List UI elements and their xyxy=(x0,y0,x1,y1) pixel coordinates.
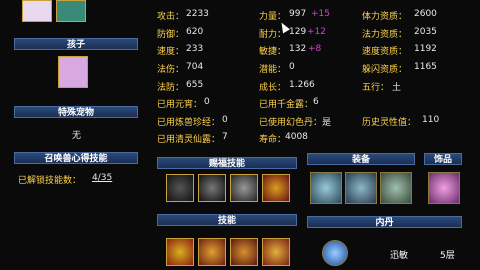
agility-label: 敏捷： xyxy=(259,47,287,57)
accessory-header: 饰品 xyxy=(424,153,462,165)
dodge-apt-value: 1165 xyxy=(414,62,437,72)
inner-core-name: 迅敏 xyxy=(390,251,409,261)
mp-apt-value: 2035 xyxy=(414,27,437,37)
accessory-icon[interactable] xyxy=(428,172,460,204)
mp-apt-label: 法力资质： xyxy=(362,30,408,40)
skill-header: 技能 xyxy=(157,214,297,226)
spirit-skill-1-icon[interactable] xyxy=(166,174,194,202)
speed-value: 233 xyxy=(186,44,204,54)
pet-portrait-2[interactable] xyxy=(56,0,86,22)
lianshou-label: 已用炼兽珍经： xyxy=(157,118,221,128)
yuanxiao-label: 已用元宵： xyxy=(157,100,203,110)
magic-label: 法伤： xyxy=(157,65,185,75)
history-spirit-value: 110 xyxy=(422,115,440,125)
skill-3-icon[interactable] xyxy=(230,238,258,266)
inner-core-level: 5层 xyxy=(440,251,455,261)
pet-portrait-1[interactable] xyxy=(22,0,52,22)
skill-2-icon[interactable] xyxy=(198,238,226,266)
equipment-header: 装备 xyxy=(307,153,415,165)
qingling-value: 7 xyxy=(222,132,228,142)
spirit-skill-4-icon[interactable] xyxy=(262,174,290,202)
attack-label: 攻击： xyxy=(157,12,185,22)
element-value: 土 xyxy=(392,83,402,93)
yuanxiao-value: 0 xyxy=(204,97,210,107)
hp-apt-label: 体力资质： xyxy=(362,12,408,22)
equip-armor-icon[interactable] xyxy=(310,172,342,204)
spd-apt-value: 1192 xyxy=(414,44,437,54)
growth-value: 1.266 xyxy=(289,80,315,90)
agility-bonus: +8 xyxy=(308,44,322,54)
qingling-label: 已用清灵仙露： xyxy=(157,135,221,145)
huanse-value: 是 xyxy=(322,118,332,128)
spirit-skill-2-icon[interactable] xyxy=(198,174,226,202)
skill-1-icon[interactable] xyxy=(166,238,194,266)
growth-label: 成长： xyxy=(259,83,287,93)
equip-collar-icon[interactable] xyxy=(345,172,377,204)
magic-def-value: 655 xyxy=(186,80,204,90)
history-spirit-label: 历史灵性值： xyxy=(362,118,417,128)
skill-4-icon[interactable] xyxy=(262,238,290,266)
strength-value: 997 xyxy=(289,9,307,19)
child-header: 孩子 xyxy=(14,38,138,50)
child-portrait[interactable] xyxy=(58,56,88,88)
qianjinlu-label: 已用千金露： xyxy=(259,100,314,110)
spirit-skill-3-icon[interactable] xyxy=(230,174,258,202)
potential-label: 潜能： xyxy=(259,65,287,75)
endurance-value: 129 xyxy=(289,27,307,37)
agility-value: 132 xyxy=(289,44,307,54)
element-label: 五行： xyxy=(362,83,390,93)
defense-label: 防御： xyxy=(157,30,185,40)
dodge-apt-label: 躲闪资质： xyxy=(362,65,408,75)
spd-apt-label: 速度资质： xyxy=(362,47,408,57)
unlocked-value: 4/35 xyxy=(92,173,113,183)
huanse-label: 已使用幻色丹： xyxy=(259,118,323,128)
lifespan-value: 4008 xyxy=(285,132,308,142)
equip-bracelet-icon[interactable] xyxy=(380,172,412,204)
summon-skill-header: 召唤兽心得技能 xyxy=(14,152,138,164)
defense-value: 620 xyxy=(186,27,204,37)
lifespan-label: 寿命： xyxy=(259,135,287,145)
strength-bonus: +15 xyxy=(311,9,330,19)
unlocked-label: 已解锁技能数： xyxy=(18,176,82,186)
inner-core-icon[interactable] xyxy=(322,240,348,266)
spirit-skill-header: 赐福技能 xyxy=(157,157,297,169)
strength-label: 力量： xyxy=(259,12,287,22)
magic-def-label: 法防： xyxy=(157,83,185,93)
special-pet-header: 特殊宠物 xyxy=(14,106,138,118)
special-pet-value: 无 xyxy=(72,131,82,141)
qianjinlu-value: 6 xyxy=(313,97,319,107)
potential-value: 0 xyxy=(289,62,295,72)
endurance-bonus: +12 xyxy=(307,27,326,37)
inner-core-header: 内丹 xyxy=(307,216,462,228)
attack-value: 2233 xyxy=(186,9,209,19)
lianshou-value: 0 xyxy=(222,115,228,125)
magic-value: 704 xyxy=(186,62,204,72)
hp-apt-value: 2600 xyxy=(414,9,437,19)
speed-label: 速度： xyxy=(157,47,185,57)
